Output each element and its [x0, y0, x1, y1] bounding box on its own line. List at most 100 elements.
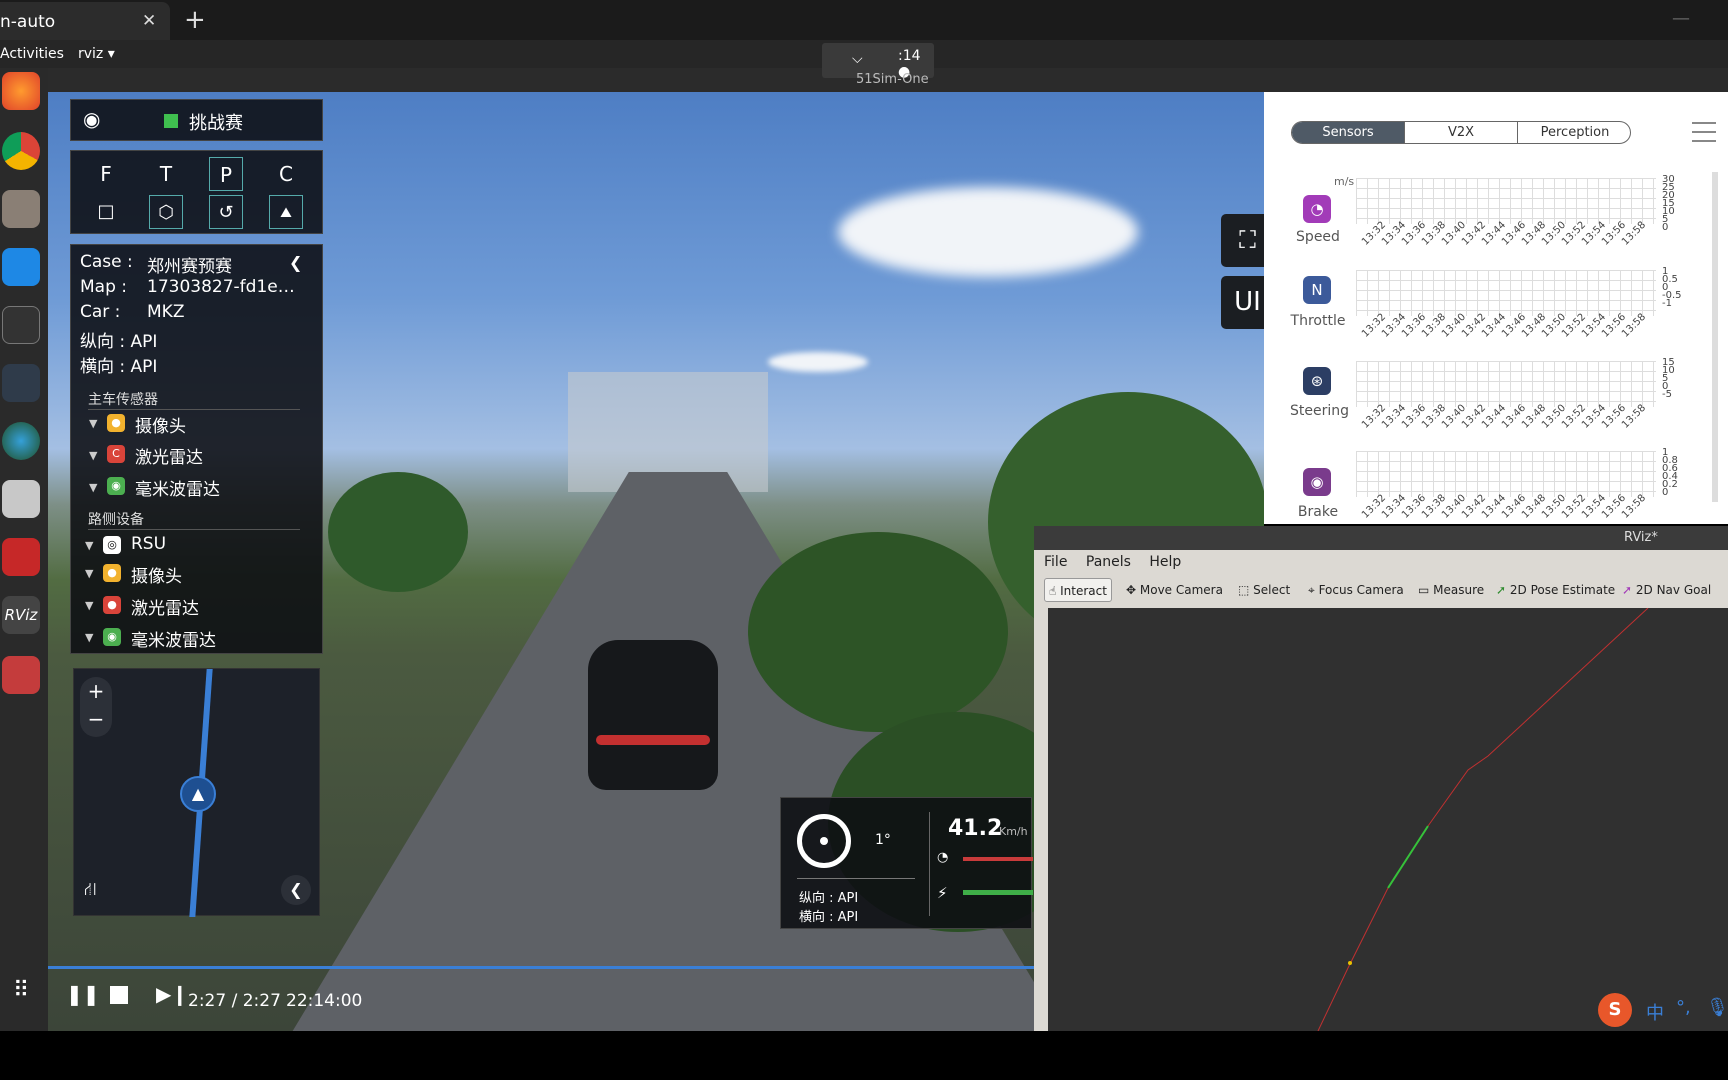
- longitudinal-control: 纵向 : API: [80, 332, 158, 352]
- window-title: 51Sim-One: [856, 72, 929, 87]
- camera-icon[interactable]: [2, 480, 40, 518]
- tool-focus-camera[interactable]: ⌖ Focus Camera: [1304, 578, 1408, 602]
- app-grid-icon[interactable]: ⠿: [2, 972, 40, 1010]
- scenario-header: ◉ 挑战赛: [70, 99, 323, 141]
- ime-mode[interactable]: 中: [1646, 999, 1664, 1025]
- terrain-toggle-icon[interactable]: ⛰: [269, 195, 303, 229]
- planned-path: [1317, 887, 1389, 1032]
- new-tab-button[interactable]: +: [184, 5, 206, 35]
- rviz-icon[interactable]: RViz: [2, 596, 40, 634]
- pause-icon[interactable]: ❚❚: [66, 982, 100, 1006]
- throttle-icon: ⚡: [937, 884, 948, 902]
- vscode-icon[interactable]: [2, 248, 40, 286]
- menu-panels[interactable]: Panels: [1086, 554, 1131, 570]
- sogou-icon[interactable]: S: [1598, 993, 1632, 1027]
- device-item[interactable]: 激光雷达: [131, 594, 199, 619]
- system-monitor-icon[interactable]: [2, 364, 40, 402]
- mode-c-button[interactable]: C: [269, 157, 303, 191]
- mode-p-button[interactable]: P: [209, 157, 243, 191]
- collapse-icon[interactable]: ❮: [289, 253, 302, 272]
- speedometer-icon: ◔: [1303, 195, 1331, 223]
- punctuation-icon[interactable]: °,: [1676, 997, 1691, 1018]
- sensor-item[interactable]: 激光雷达: [135, 443, 203, 468]
- chart-label: Steering: [1290, 403, 1350, 419]
- sensor-item[interactable]: 摄像头: [135, 412, 186, 437]
- stop-icon[interactable]: [110, 986, 128, 1004]
- tool-label: Move Camera: [1139, 583, 1223, 597]
- menu-file[interactable]: File: [1044, 554, 1067, 570]
- microphone-icon[interactable]: 🎙: [1706, 997, 1728, 1018]
- playback-progress-bar[interactable]: [48, 966, 1034, 969]
- tree: [748, 532, 1008, 732]
- radar-icon: ◉: [103, 628, 121, 646]
- divider: [797, 878, 915, 879]
- cloud: [768, 352, 868, 372]
- expand-triangle-icon[interactable]: ▼: [89, 449, 97, 462]
- tool-select[interactable]: ⬚ Select: [1234, 578, 1294, 602]
- scrollbar[interactable]: [1712, 172, 1718, 502]
- zoom-out-button[interactable]: −: [80, 705, 112, 733]
- rviz-side-handle[interactable]: [1034, 608, 1048, 1031]
- tool-interact[interactable]: ☝ Interact: [1044, 578, 1112, 602]
- tool-2d-nav-goal[interactable]: ➚ 2D Nav Goal: [1618, 578, 1715, 602]
- tab-sensors[interactable]: Sensors: [1292, 122, 1404, 143]
- y-tick-label: -1: [1662, 298, 1672, 309]
- camera-icon: ●: [103, 564, 121, 582]
- expand-triangle-icon[interactable]: ▼: [89, 417, 97, 430]
- menu-help[interactable]: Help: [1149, 554, 1181, 570]
- map-value: 17303827-fd1e…: [147, 277, 295, 297]
- terminal-icon[interactable]: [2, 306, 40, 344]
- trajectory-toggle-icon[interactable]: ↺: [209, 195, 243, 229]
- tool-move-camera[interactable]: ✥ Move Camera: [1122, 578, 1227, 602]
- fullscreen-button[interactable]: ⛶: [1221, 214, 1264, 267]
- hamburger-menu-icon[interactable]: [1692, 122, 1716, 142]
- route-icon[interactable]: ⛙: [84, 879, 97, 903]
- eye-icon[interactable]: ◉: [83, 107, 100, 131]
- firefox-icon[interactable]: [2, 72, 40, 110]
- chart-label: Throttle: [1290, 313, 1346, 329]
- tab-v2x[interactable]: V2X: [1404, 122, 1517, 143]
- device-item[interactable]: 毫米波雷达: [131, 626, 216, 651]
- browser-tab[interactable]: n-auto ✕: [0, 2, 170, 40]
- tab-perception[interactable]: Perception: [1517, 122, 1630, 143]
- case-label: Case :: [80, 252, 133, 272]
- expand-triangle-icon[interactable]: ▼: [85, 539, 93, 552]
- divider: [88, 409, 300, 410]
- steering-wheel-icon: [797, 814, 851, 868]
- display-icon[interactable]: [2, 422, 40, 460]
- presentation-icon[interactable]: [2, 538, 40, 576]
- input-method-tray[interactable]: S 中 °, 🎙: [1598, 993, 1728, 1027]
- expand-triangle-icon[interactable]: ▼: [85, 567, 93, 580]
- tail-light: [596, 735, 710, 745]
- minimap[interactable]: + − ▲ ⛙ ❮: [73, 668, 320, 917]
- device-item[interactable]: RSU: [131, 534, 166, 554]
- mode-t-button[interactable]: T: [149, 157, 183, 191]
- device-item[interactable]: 摄像头: [131, 562, 182, 587]
- tool-label: Select: [1253, 583, 1291, 597]
- expand-triangle-icon[interactable]: ▼: [85, 599, 93, 612]
- zoom-in-button[interactable]: +: [80, 677, 112, 705]
- chrome-icon[interactable]: [2, 132, 40, 170]
- rviz-3d-view[interactable]: [1048, 607, 1728, 1032]
- vehicle-marker: [1348, 961, 1352, 965]
- tool-2d-pose-estimate[interactable]: ➚ 2D Pose Estimate: [1492, 578, 1619, 602]
- sensor-item[interactable]: 毫米波雷达: [135, 475, 220, 500]
- step-forward-icon[interactable]: ▶❙: [156, 982, 188, 1006]
- expand-triangle-icon[interactable]: ▼: [89, 481, 97, 494]
- brake-bar: [963, 857, 1033, 861]
- app-red-icon[interactable]: [2, 656, 40, 694]
- minimize-button[interactable]: —: [1672, 8, 1690, 29]
- activities-button[interactable]: Activities: [0, 46, 64, 62]
- tool-measure[interactable]: ▭ Measure: [1414, 578, 1488, 602]
- app-menu[interactable]: rviz ▾: [78, 46, 115, 62]
- collapse-minimap-button[interactable]: ❮: [281, 875, 311, 905]
- tab-close-icon[interactable]: ✕: [142, 11, 156, 31]
- chart-grid: [1356, 451, 1656, 497]
- bbox-toggle-icon[interactable]: □: [89, 195, 123, 229]
- mode-f-button[interactable]: F: [89, 157, 123, 191]
- cube-toggle-icon[interactable]: ⬡: [149, 195, 183, 229]
- expand-triangle-icon[interactable]: ▼: [85, 631, 93, 644]
- files-icon[interactable]: [2, 190, 40, 228]
- zoom-control: + −: [80, 677, 112, 737]
- ui-toggle-button[interactable]: UI: [1221, 276, 1264, 329]
